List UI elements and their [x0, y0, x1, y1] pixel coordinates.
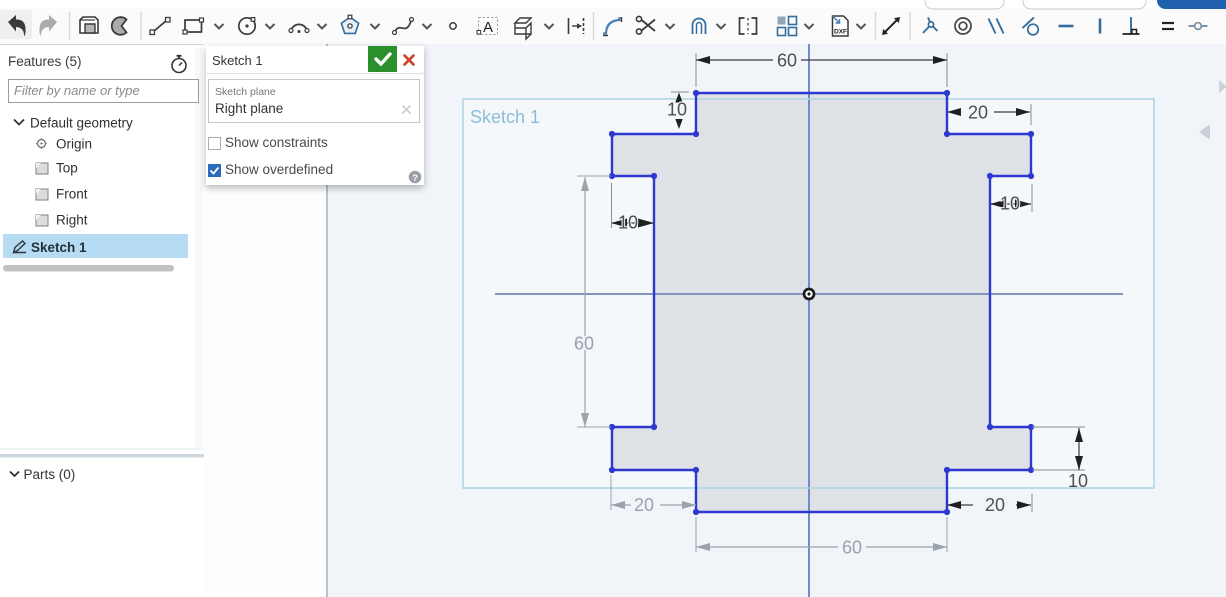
svg-text:?: ?: [412, 173, 418, 184]
svg-text:A: A: [483, 19, 493, 36]
svg-text:60: 60: [574, 334, 594, 354]
svg-text:Origin: Origin: [56, 137, 92, 152]
svg-text:10: 10: [1068, 471, 1088, 491]
svg-text:20: 20: [634, 495, 654, 515]
svg-text:10: 10: [667, 100, 687, 120]
svg-text:20: 20: [985, 495, 1005, 515]
svg-text:Sketch 1: Sketch 1: [470, 107, 540, 127]
svg-text:10: 10: [1000, 194, 1020, 214]
svg-text:DXF: DXF: [834, 29, 847, 36]
svg-text:Sketch 1: Sketch 1: [31, 240, 87, 255]
svg-text:Top: Top: [56, 161, 78, 176]
svg-text:Front: Front: [56, 187, 88, 202]
svg-text:Right: Right: [56, 213, 88, 228]
svg-text:20: 20: [968, 103, 988, 123]
svg-text:60: 60: [777, 51, 797, 71]
svg-text:10: 10: [618, 213, 638, 233]
svg-text:Parts (0): Parts (0): [24, 467, 76, 482]
svg-text:60: 60: [842, 538, 862, 558]
svg-text:Default geometry: Default geometry: [30, 116, 133, 131]
